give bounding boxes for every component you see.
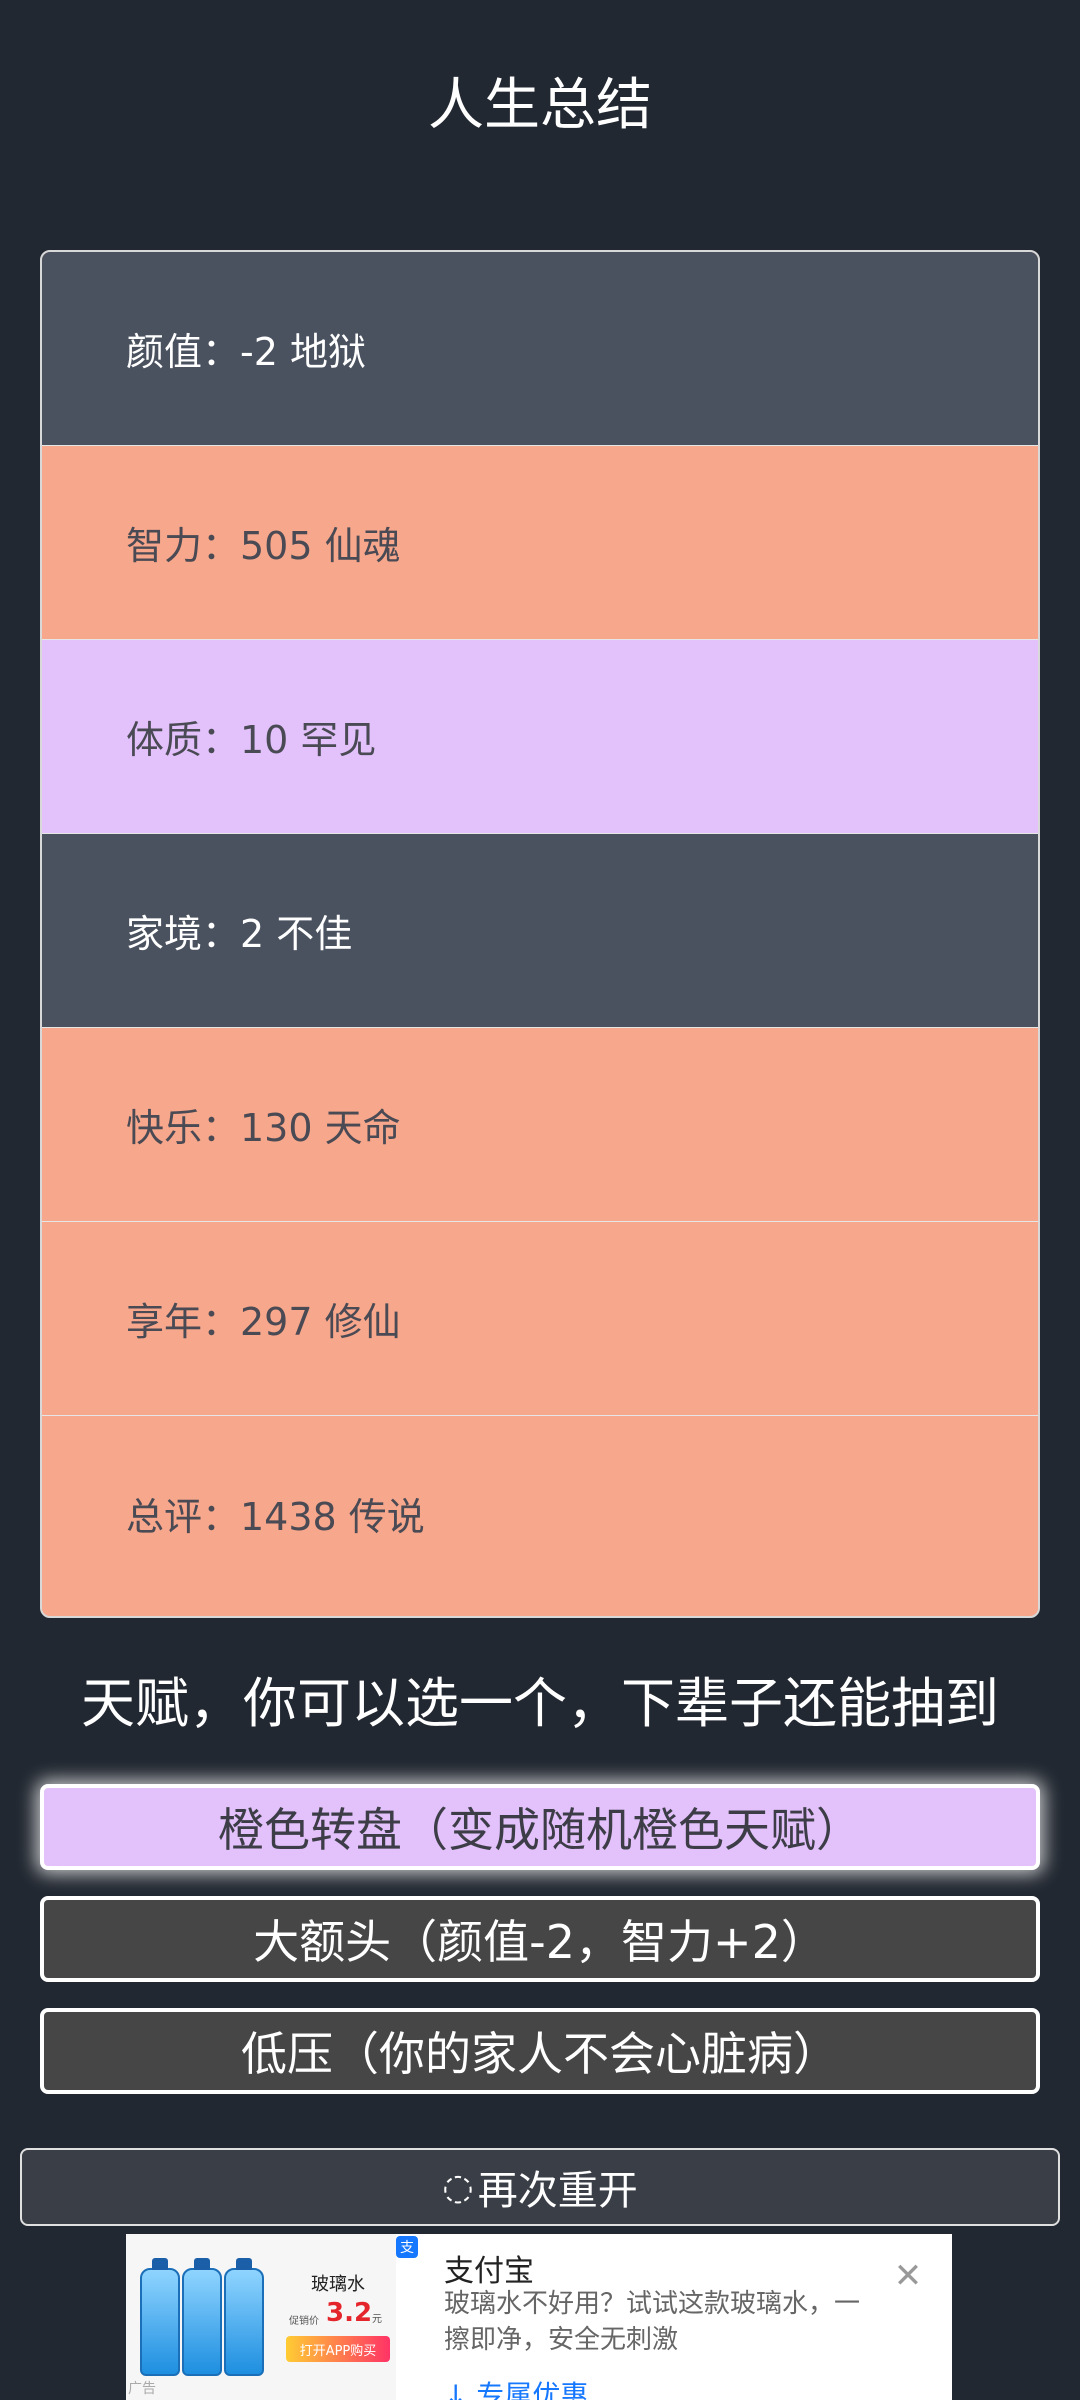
- summary-row-constitution: 体质：10 罕见: [42, 640, 1038, 834]
- ad-brand-name: 支付宝: [444, 2254, 534, 2289]
- restart-label: 再次重开: [477, 2168, 638, 2214]
- refresh-icon: ◌: [442, 2166, 474, 2208]
- ad-product-image: 玻璃水 促销价 3.2 元 打开APP购买 广告: [126, 2234, 396, 2400]
- page-title: 人生总结: [428, 73, 652, 138]
- summary-row-happiness: 快乐：130 天命: [42, 1028, 1038, 1222]
- ad-banner[interactable]: 玻璃水 促销价 3.2 元 打开APP购买 广告 支 支付宝 玻璃水不好用？试试…: [126, 2234, 952, 2400]
- talent-option-low-blood-pressure[interactable]: 低压（你的家人不会心脏病）: [40, 2008, 1040, 2094]
- talent-option-big-forehead[interactable]: 大额头（颜值-2，智力+2）: [40, 1896, 1040, 1982]
- talent-option-orange-wheel[interactable]: 橙色转盘（变成随机橙色天赋）: [40, 1784, 1040, 1870]
- close-icon[interactable]: ✕: [890, 2258, 926, 2294]
- summary-row-appearance: 颜值：-2 地狱: [42, 252, 1038, 446]
- restart-button[interactable]: ◌ 再次重开: [20, 2148, 1060, 2226]
- life-summary-screen: 人生总结 颜值：-2 地狱 智力：505 仙魂 体质：10 罕见 家境：2 不佳…: [0, 0, 1080, 2400]
- summary-row-lifespan: 享年：297 修仙: [42, 1222, 1038, 1416]
- summary-row-overall: 总评：1438 传说: [42, 1416, 1038, 1610]
- ad-description: 玻璃水不好用？试试这款玻璃水，一擦即净，安全无刺激: [444, 2289, 861, 2355]
- ad-price-label: 促销价: [289, 2316, 319, 2327]
- ad-cta-label: 专属优惠: [476, 2379, 589, 2400]
- ad-price: 3.2: [326, 2298, 373, 2328]
- summary-row-family: 家境：2 不佳: [42, 834, 1038, 1028]
- summary-row-intelligence: 智力：505 仙魂: [42, 446, 1038, 640]
- talent-heading: 天赋，你可以选一个，下辈子还能抽到: [81, 1672, 999, 1735]
- ad-cta-link[interactable]: ↓ 专属优惠: [444, 2374, 588, 2400]
- ad-price-unit: 元: [372, 2314, 382, 2325]
- ad-label: 广告: [128, 2381, 156, 2397]
- alipay-logo-icon: 支: [396, 2236, 418, 2258]
- ad-product-name: 玻璃水: [311, 2274, 365, 2295]
- summary-panel: 颜值：-2 地狱 智力：505 仙魂 体质：10 罕见 家境：2 不佳 快乐：1…: [40, 250, 1040, 1618]
- bottle-icon: [182, 2258, 222, 2376]
- bottle-icon: [140, 2258, 180, 2376]
- bottle-icon: [224, 2258, 264, 2376]
- ad-buy-button[interactable]: 打开APP购买: [286, 2336, 390, 2362]
